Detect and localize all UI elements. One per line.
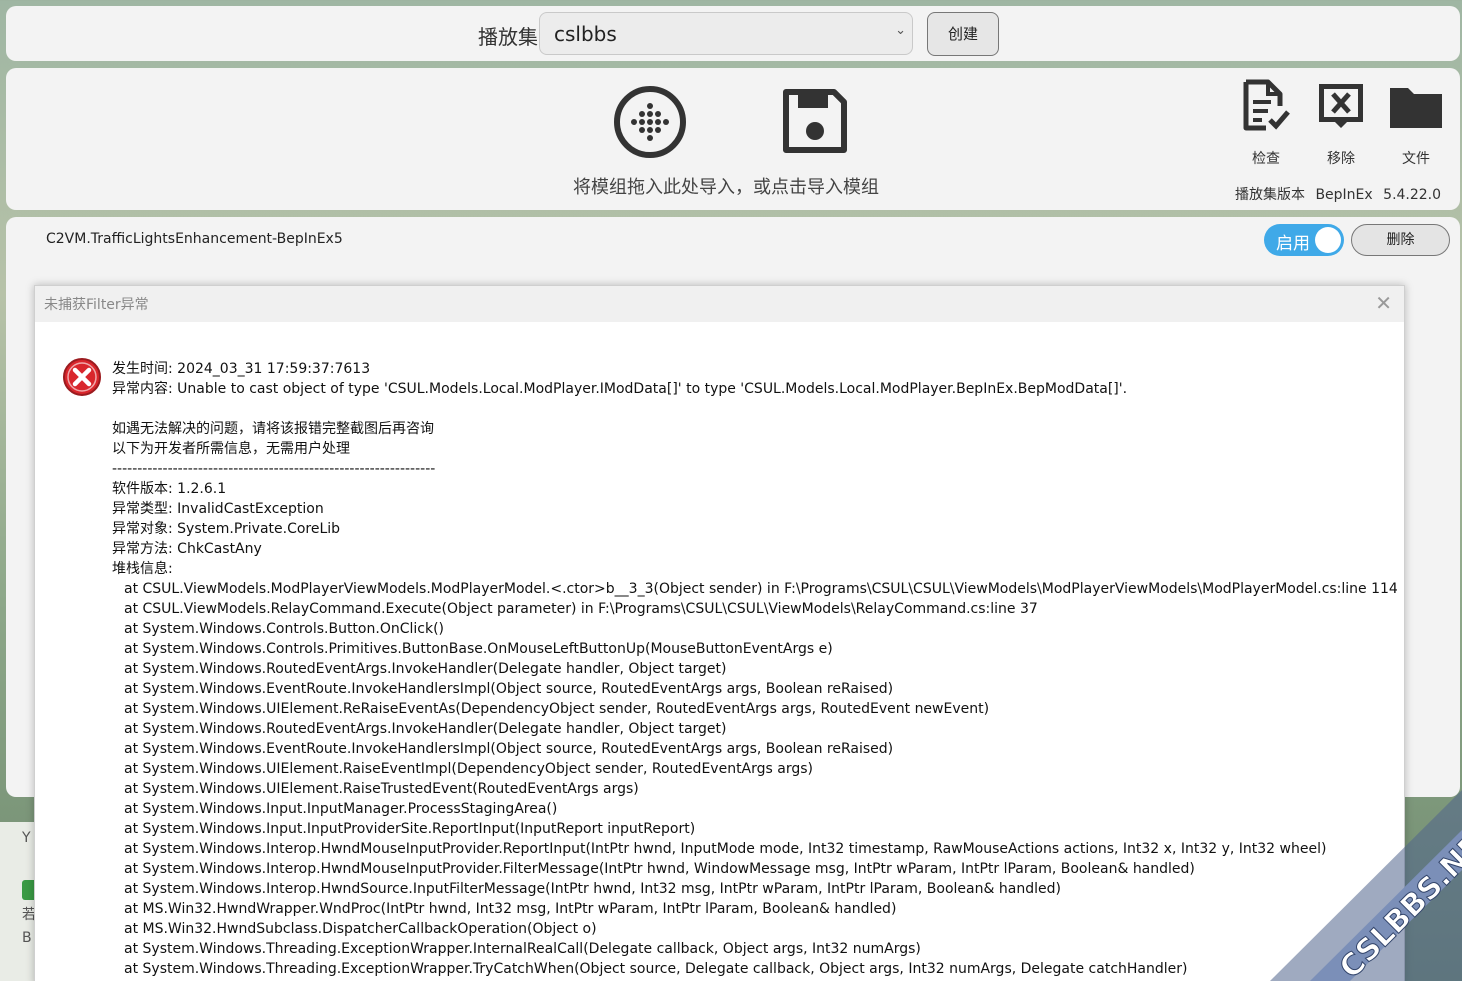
remove-button[interactable]: 移除 bbox=[1311, 78, 1371, 168]
dialog-titlebar: 未捕获Filter异常 ✕ bbox=[35, 286, 1404, 322]
chevron-down-icon: ⌄ bbox=[895, 23, 906, 38]
advice-2: 以下为开发者所需信息，无需用户处理 bbox=[112, 441, 350, 457]
stack-line: at System.Windows.Interop.HwndMouseInput… bbox=[124, 841, 1327, 857]
exception-object: 异常对象: System.Private.CoreLib bbox=[112, 521, 341, 537]
version-number: 5.4.22.0 bbox=[1383, 187, 1442, 203]
separator: ----------------------------------------… bbox=[112, 461, 436, 477]
save-icon[interactable] bbox=[780, 86, 850, 160]
side-text-3: B bbox=[22, 930, 32, 946]
stack-line: at System.Windows.UIElement.ReRaiseEvent… bbox=[124, 701, 990, 717]
stack-line: at System.Windows.UIElement.RaiseTrusted… bbox=[124, 781, 639, 797]
stack-line: at System.Windows.UIElement.RaiseEventIm… bbox=[124, 761, 814, 777]
import-panel[interactable]: 将模组拖入此处导入，或点击导入模组 检查 移除 文件 播放集版本 BepInEx bbox=[6, 68, 1460, 210]
check-button[interactable]: 检查 bbox=[1236, 78, 1296, 168]
stack-line: at System.Windows.RoutedEventArgs.Invoke… bbox=[124, 721, 727, 737]
enable-toggle[interactable]: 启用 bbox=[1264, 224, 1344, 256]
close-icon[interactable]: ✕ bbox=[1375, 291, 1392, 315]
stack-line: at MS.Win32.HwndSubclass.DispatcherCallb… bbox=[124, 921, 597, 937]
playset-select-value: cslbbs bbox=[554, 22, 617, 46]
stack-line: at System.Windows.EventRoute.InvokeHandl… bbox=[124, 681, 894, 697]
stack-label: 堆栈信息: bbox=[112, 561, 173, 577]
stack-line: at System.Windows.Threading.ExceptionWra… bbox=[124, 941, 921, 957]
stack-line: at CSUL.ViewModels.ModPlayerViewModels.M… bbox=[124, 581, 1398, 597]
check-label: 检查 bbox=[1252, 151, 1280, 167]
exception-content: 异常内容: Unable to cast object of type 'CSU… bbox=[112, 381, 1128, 397]
advice-1: 如遇无法解决的问题，请将该报错完整截图后再咨询 bbox=[112, 421, 434, 437]
side-badge bbox=[22, 880, 34, 900]
delete-button[interactable]: 删除 bbox=[1351, 224, 1450, 256]
error-dialog: 未捕获Filter异常 ✕ 发生时间: 2024_03_31 17:59:37:… bbox=[34, 285, 1405, 981]
occur-time: 发生时间: 2024_03_31 17:59:37:7613 bbox=[112, 361, 371, 377]
side-strip: Y 若 B bbox=[0, 822, 36, 981]
stack-line: at System.Windows.Input.InputManager.Pro… bbox=[124, 801, 558, 817]
playset-label: 播放集 bbox=[478, 25, 538, 49]
remove-label: 移除 bbox=[1327, 151, 1355, 167]
stack-line: at System.Windows.EventRoute.InvokeHandl… bbox=[124, 741, 894, 757]
top-bar: 播放集 cslbbs ⌄ 创建 bbox=[6, 6, 1460, 61]
stack-line: at System.Windows.Interop.HwndMouseInput… bbox=[124, 861, 1195, 877]
stack-line: at CSUL.ViewModels.RelayCommand.Execute(… bbox=[124, 601, 1038, 617]
file-label: 文件 bbox=[1402, 151, 1430, 167]
version-label: 播放集版本 bbox=[1235, 187, 1305, 203]
exception-method: 异常方法: ChkCastAny bbox=[112, 541, 262, 557]
stack-line: at System.Windows.Controls.Button.OnClic… bbox=[124, 621, 444, 637]
stack-line: at System.Windows.RoutedEventArgs.Invoke… bbox=[124, 661, 727, 677]
create-button[interactable]: 创建 bbox=[927, 12, 999, 56]
enable-label: 启用 bbox=[1276, 234, 1310, 254]
import-mod-icon[interactable] bbox=[612, 84, 688, 164]
import-hint: 将模组拖入此处导入，或点击导入模组 bbox=[573, 177, 879, 198]
mod-name: C2VM.TrafficLightsEnhancement-BepInEx5 bbox=[46, 231, 343, 247]
playset-version: 播放集版本 BepInEx 5.4.22.0 bbox=[1235, 184, 1447, 204]
file-button[interactable]: 文件 bbox=[1386, 78, 1446, 168]
check-doc-icon bbox=[1243, 79, 1290, 131]
watermark: CSLBBS.NET bbox=[1270, 790, 1462, 981]
folder-icon bbox=[1390, 88, 1442, 128]
stack-line: at System.Windows.Interop.HwndSource.Inp… bbox=[124, 881, 1061, 897]
stack-line: at System.Windows.Threading.ExceptionWra… bbox=[124, 961, 1188, 977]
remove-box-icon bbox=[1319, 84, 1363, 128]
side-text-1: Y bbox=[22, 830, 31, 846]
stack-line: at System.Windows.Controls.Primitives.Bu… bbox=[124, 641, 833, 657]
dialog-body: 发生时间: 2024_03_31 17:59:37:7613 异常内容: Una… bbox=[112, 359, 1398, 979]
stack-line: at System.Windows.Input.InputProviderSit… bbox=[124, 821, 696, 837]
dialog-title: 未捕获Filter异常 bbox=[44, 297, 149, 313]
playset-select[interactable]: cslbbs ⌄ bbox=[539, 12, 913, 55]
toggle-knob bbox=[1315, 227, 1341, 253]
stack-line: at MS.Win32.HwndWrapper.WndProc(IntPtr h… bbox=[124, 901, 897, 917]
error-icon bbox=[62, 357, 102, 401]
software-version: 软件版本: 1.2.6.1 bbox=[112, 481, 227, 497]
version-loader: BepInEx bbox=[1315, 187, 1373, 203]
exception-type: 异常类型: InvalidCastException bbox=[112, 501, 324, 517]
